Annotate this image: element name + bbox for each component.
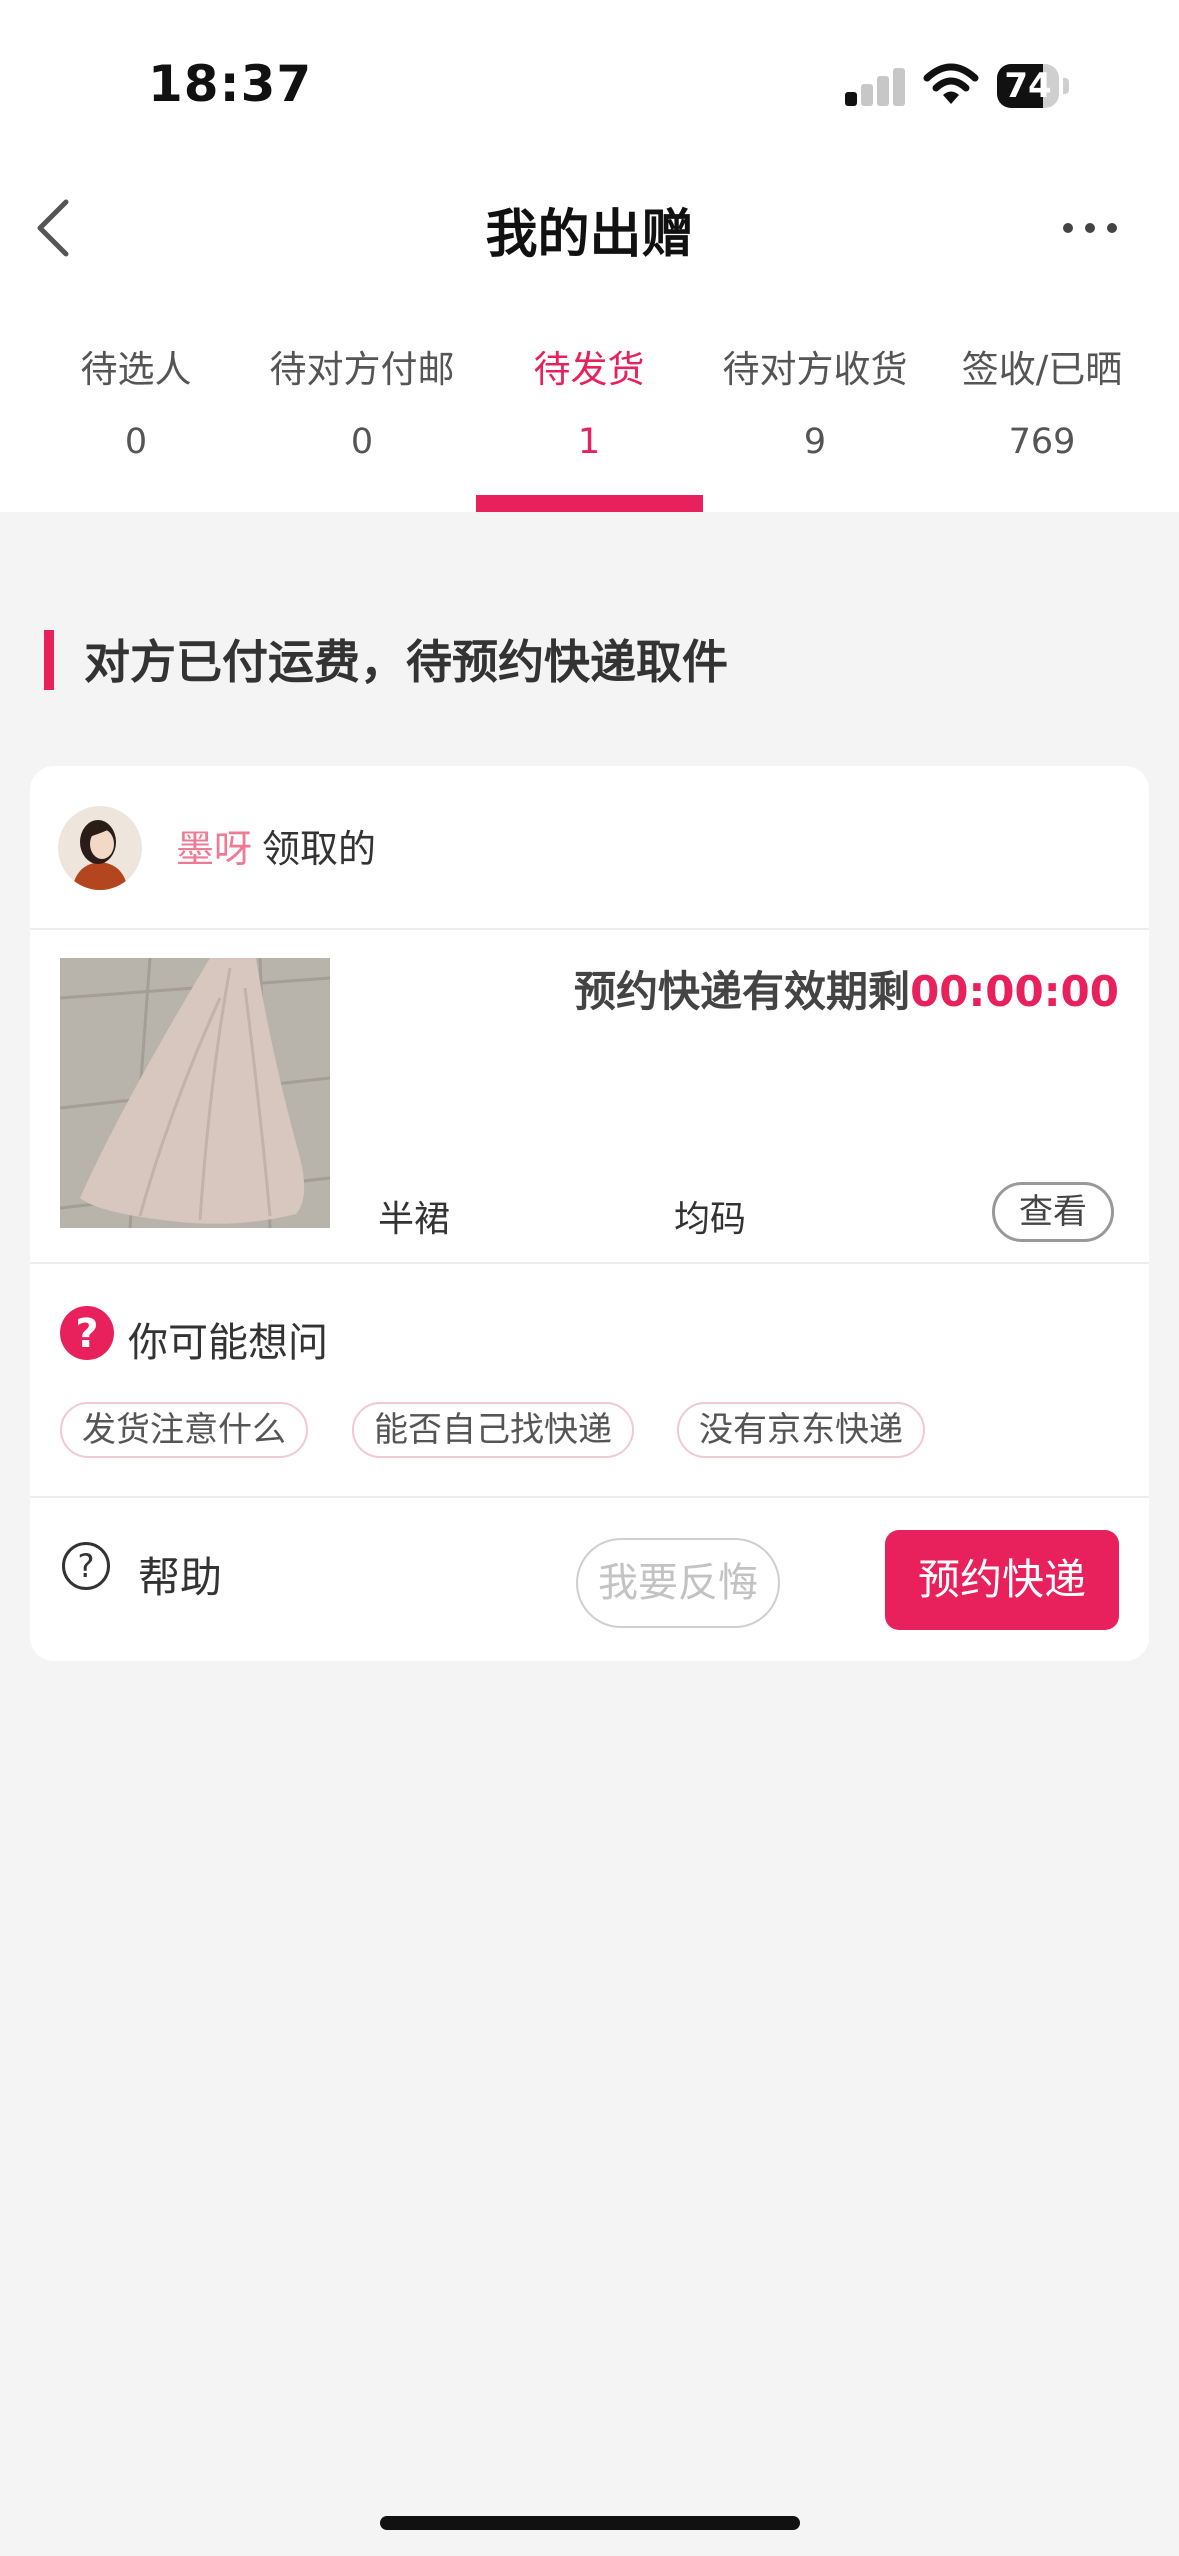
regret-button[interactable]: 我要反悔 xyxy=(576,1538,780,1628)
status-tabs: 待选人 0 待对方付邮 0 待发货 1 待对方收货 9 签收/已晒 769 xyxy=(0,340,1179,512)
question-icon: ? xyxy=(60,1306,114,1360)
signal-icon xyxy=(845,66,905,106)
pickup-deadline: 预约快递有效期剩00:00:00 xyxy=(574,958,1119,1019)
tab-count: 1 xyxy=(577,422,601,462)
more-icon[interactable] xyxy=(1060,210,1120,246)
avatar[interactable] xyxy=(58,806,142,890)
product-size: 均码 xyxy=(674,1199,747,1240)
battery-icon: 74 xyxy=(997,64,1059,108)
help-label[interactable]: 帮助 xyxy=(138,1544,222,1605)
section-accent-bar xyxy=(44,630,54,690)
product-name: 半裙 xyxy=(378,1199,451,1240)
tab-count: 9 xyxy=(803,422,827,462)
active-tab-indicator xyxy=(476,495,703,512)
claimer-suffix: 领取的 xyxy=(262,827,377,871)
tab-pending-select[interactable]: 待选人 0 xyxy=(23,340,249,512)
divider xyxy=(30,928,1149,930)
order-card: 墨呀 领取的 预约快递有效期剩00:00:00 半裙 均码 查看 ? 你可能想问 … xyxy=(30,766,1149,1661)
section-title: 对方已付运费，待预约快递取件 xyxy=(84,635,728,689)
battery-level: 74 xyxy=(1004,66,1052,106)
divider xyxy=(30,1262,1149,1264)
status-time: 18:37 xyxy=(148,55,313,113)
product-image[interactable] xyxy=(60,958,330,1228)
page-title: 我的出赠 xyxy=(485,205,694,265)
battery-tip xyxy=(1063,78,1069,94)
view-button[interactable]: 查看 xyxy=(992,1182,1114,1242)
tab-pending-postage[interactable]: 待对方付邮 0 xyxy=(249,340,475,512)
tab-label: 签收/已晒 xyxy=(961,348,1123,391)
tab-label: 待发货 xyxy=(533,348,645,391)
deadline-countdown: 00:00:00 xyxy=(910,967,1119,1016)
tab-count: 769 xyxy=(1008,422,1076,462)
home-indicator[interactable] xyxy=(380,2516,800,2530)
tab-label: 待选人 xyxy=(80,348,192,391)
tab-count: 0 xyxy=(124,422,148,462)
faq-chip[interactable]: 发货注意什么 xyxy=(60,1402,308,1458)
tab-pending-shipment[interactable]: 待发货 1 xyxy=(476,340,702,512)
faq-chip[interactable]: 没有京东快递 xyxy=(677,1402,925,1458)
tab-label: 待对方收货 xyxy=(722,348,908,391)
tab-received-shared[interactable]: 签收/已晒 769 xyxy=(929,340,1155,512)
divider xyxy=(30,1496,1149,1498)
tab-label: 待对方付邮 xyxy=(269,348,455,391)
deadline-label: 预约快递有效期剩 xyxy=(574,967,911,1016)
tab-count: 0 xyxy=(350,422,374,462)
help-icon[interactable]: ? xyxy=(62,1542,110,1590)
wifi-icon xyxy=(923,63,979,104)
book-courier-button[interactable]: 预约快递 xyxy=(885,1530,1119,1630)
faq-chip[interactable]: 能否自己找快递 xyxy=(352,1402,634,1458)
claimer-line: 墨呀 领取的 xyxy=(176,818,376,873)
tab-pending-receipt[interactable]: 待对方收货 9 xyxy=(702,340,928,512)
faq-title: 你可能想问 xyxy=(128,1320,328,1366)
claimer-name[interactable]: 墨呀 xyxy=(176,827,252,871)
